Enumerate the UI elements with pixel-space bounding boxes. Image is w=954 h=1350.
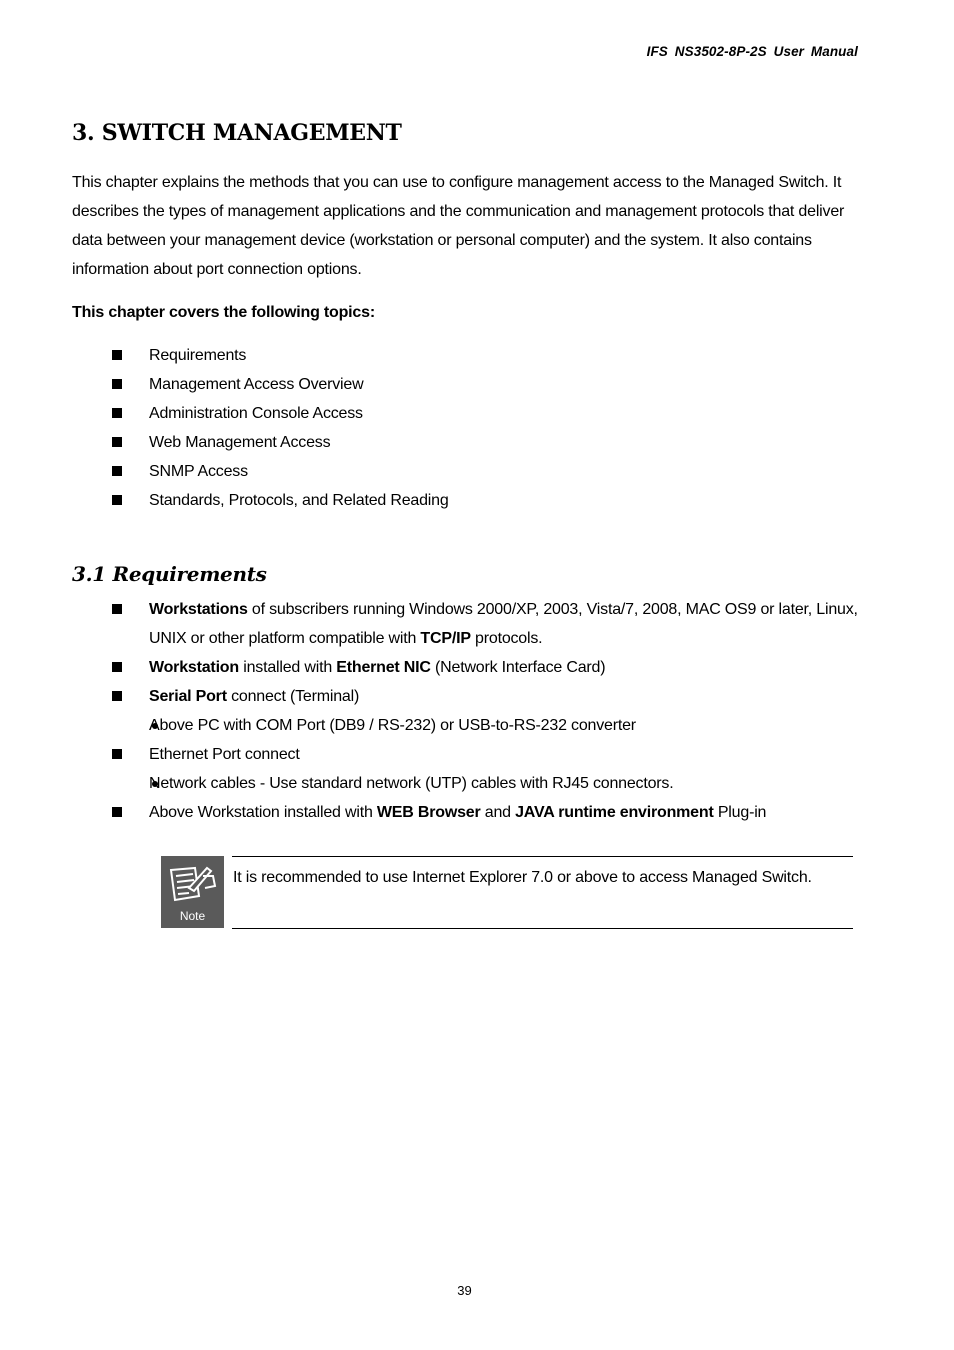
topic-item: Administration Console Access <box>72 399 772 428</box>
requirement-item: Workstation installed with Ethernet NIC … <box>72 653 862 682</box>
requirement-item: Ethernet Port connect <box>72 740 862 769</box>
square-bullet-icon <box>112 408 122 418</box>
square-bullet-icon <box>112 604 122 614</box>
square-bullet-icon <box>112 350 122 360</box>
chapter-intro: This chapter explains the methods that y… <box>72 174 845 278</box>
topic-item: Standards, Protocols, and Related Readin… <box>72 486 772 515</box>
square-bullet-icon <box>112 807 122 817</box>
note-callout: Note It is recommended to use Internet E… <box>161 856 853 929</box>
chapter-title: 3. SWITCH MANAGEMENT <box>72 120 402 146</box>
square-bullet-icon <box>112 662 122 672</box>
square-bullet-icon <box>112 379 122 389</box>
topic-item: Web Management Access <box>72 428 772 457</box>
requirement-item: Above Workstation installed with WEB Bro… <box>72 798 862 827</box>
dot-bullet-icon <box>152 781 158 787</box>
page-header: IFS NS3502-8P-2S User Manual <box>646 44 858 59</box>
square-bullet-icon <box>112 691 122 701</box>
dot-bullet-icon <box>152 723 158 729</box>
square-bullet-icon <box>112 437 122 447</box>
notepad-pen-icon <box>169 866 217 902</box>
requirement-item: Workstations of subscribers running Wind… <box>72 595 862 653</box>
topics-list: Requirements Management Access Overview … <box>72 341 772 515</box>
topic-item: Management Access Overview <box>72 370 772 399</box>
square-bullet-icon <box>112 466 122 476</box>
topic-item: Requirements <box>72 341 772 370</box>
square-bullet-icon <box>112 749 122 759</box>
page-number: 39 <box>457 1283 472 1298</box>
requirement-subitem: Network cables - Use standard network (U… <box>149 775 674 792</box>
requirements-list: Workstations of subscribers running Wind… <box>72 595 862 827</box>
note-icon: Note <box>161 856 224 928</box>
note-label: Note <box>179 909 206 923</box>
topics-label: This chapter covers the following topics… <box>72 304 375 321</box>
note-box: It is recommended to use Internet Explor… <box>232 856 853 929</box>
requirement-item: Serial Port connect (Terminal) <box>72 682 862 711</box>
topic-item: SNMP Access <box>72 457 772 486</box>
requirement-subitem: Above PC with COM Port (DB9 / RS-232) or… <box>149 717 636 734</box>
section-title: 3.1 Requirements <box>72 562 267 586</box>
square-bullet-icon <box>112 495 122 505</box>
note-text: It is recommended to use Internet Explor… <box>233 869 812 886</box>
